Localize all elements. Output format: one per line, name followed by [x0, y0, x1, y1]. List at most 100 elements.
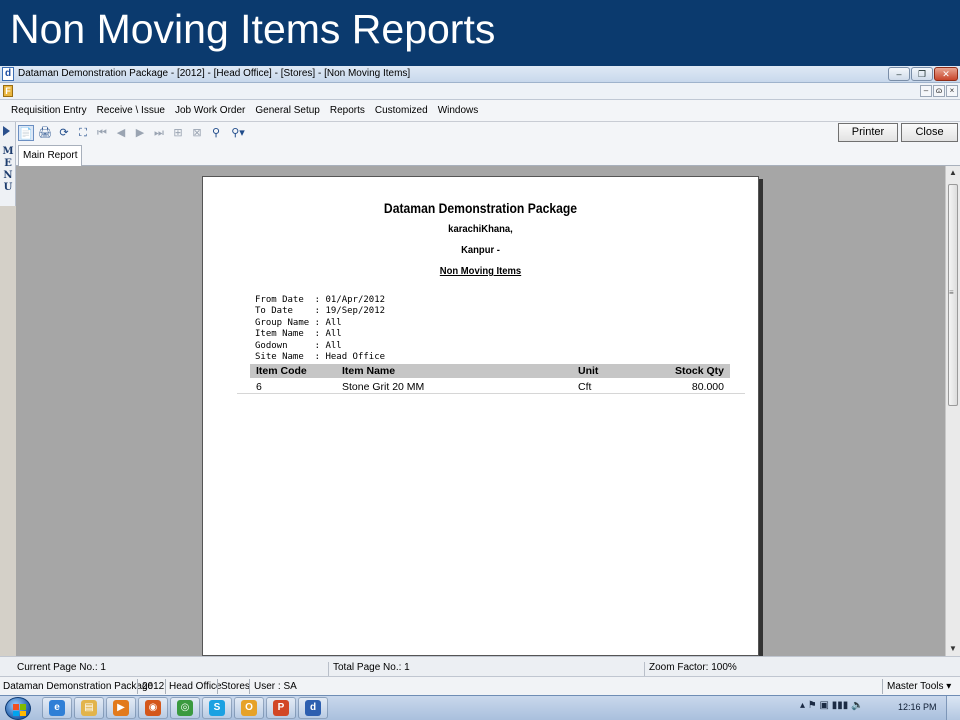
- menu-receive-issue[interactable]: Receive \ Issue: [92, 100, 170, 121]
- taskbar-clock[interactable]: 12:16 PM: [898, 702, 937, 712]
- filter-row: Site Name : Head Office: [255, 352, 386, 362]
- app-logo-icon: d: [2, 67, 14, 81]
- table-divider: [237, 393, 745, 394]
- tab-strip: Main Report: [16, 144, 960, 166]
- firefox-icon: ◉: [145, 700, 161, 716]
- filter-label: Godown: [255, 340, 315, 351]
- taskbar-firefox-button[interactable]: ◉: [138, 697, 168, 719]
- start-button[interactable]: [5, 697, 31, 720]
- filter-row: Item Name : All: [255, 329, 342, 339]
- zoom-icon[interactable]: ⚲▾: [227, 125, 249, 141]
- taskbar-explorer-button[interactable]: ▤: [74, 697, 104, 719]
- goto-page-icon[interactable]: ⊞: [170, 125, 186, 141]
- report-page: Dataman Demonstration Package karachiKha…: [202, 176, 759, 656]
- filter-value: All: [325, 340, 342, 351]
- table-row: 6 Stone Grit 20 MM Cft 80.000: [250, 380, 730, 394]
- total-page-status: Total Page No.: 1: [333, 662, 410, 673]
- search-icon[interactable]: ⚲: [208, 125, 224, 141]
- menu-bar: Requisition Entry Receive \ Issue Job Wo…: [0, 100, 960, 122]
- minimize-button[interactable]: ‒: [888, 67, 910, 81]
- expand-arrow-icon[interactable]: [3, 126, 10, 136]
- column-header-item-name: Item Name: [342, 365, 396, 377]
- taskbar-outlook-button[interactable]: O: [234, 697, 264, 719]
- previous-page-icon[interactable]: ◀: [113, 125, 129, 141]
- menu-reports[interactable]: Reports: [325, 100, 370, 121]
- mdi-restore-button[interactable]: ɷ: [933, 85, 945, 97]
- print-icon[interactable]: 🖨: [37, 125, 53, 141]
- info-divider: [217, 679, 218, 694]
- filter-value: 01/Apr/2012: [325, 294, 386, 305]
- taskbar-chrome-button[interactable]: ◎: [170, 697, 200, 719]
- report-title-text: Non Moving Items: [439, 265, 522, 277]
- window-controls: ‒ ❐ ✕: [888, 67, 958, 81]
- next-page-icon[interactable]: ▶: [132, 125, 148, 141]
- slide-banner: Non Moving Items Reports: [0, 0, 960, 66]
- close-button[interactable]: Close: [901, 123, 958, 142]
- powerpoint-icon: P: [273, 700, 289, 716]
- menu-general-setup[interactable]: General Setup: [250, 100, 325, 121]
- menu-requisition-entry[interactable]: Requisition Entry: [6, 100, 92, 121]
- taskbar-media-player-button[interactable]: ▶: [106, 697, 136, 719]
- current-page-status: Current Page No.: 1: [17, 662, 106, 673]
- outlook-icon: O: [241, 700, 257, 716]
- close-window-button[interactable]: ✕: [934, 67, 958, 81]
- window-titlebar: d Dataman Demonstration Package - [2012]…: [0, 66, 960, 83]
- mdi-minimize-button[interactable]: –: [920, 85, 932, 97]
- maximize-button[interactable]: ❐: [911, 67, 933, 81]
- first-page-icon[interactable]: ⏮: [94, 125, 110, 141]
- taskbar-ie-button[interactable]: e: [42, 697, 72, 719]
- scroll-up-icon[interactable]: ▲: [946, 166, 960, 180]
- stop-icon[interactable]: ⊠: [189, 125, 205, 141]
- zoom-status: Zoom Factor: 100%: [649, 662, 737, 673]
- column-header-unit: Unit: [578, 365, 599, 377]
- export-icon[interactable]: 📄: [18, 125, 34, 141]
- vertical-scrollbar[interactable]: ▲ ≡ ▼: [945, 166, 960, 656]
- scroll-down-icon[interactable]: ▼: [946, 642, 960, 656]
- menu-windows[interactable]: Windows: [433, 100, 484, 121]
- chrome-icon: ◎: [177, 700, 193, 716]
- mdi-close-button[interactable]: ×: [946, 85, 958, 97]
- report-address-line1: karachiKhana,: [448, 223, 513, 235]
- show-desktop-button[interactable]: [946, 696, 960, 720]
- ie-icon: e: [49, 700, 65, 716]
- filter-value: All: [325, 329, 342, 339]
- taskbar-apps: e ▤ ▶ ◉ ◎ S O Pd: [42, 697, 328, 719]
- tab-main-report[interactable]: Main Report: [18, 145, 83, 166]
- tree-icon[interactable]: ⛶: [75, 125, 91, 141]
- filter-row: From Date : 01/Apr/2012: [255, 294, 386, 305]
- filter-row: To Date : 19/Sep/2012: [255, 306, 386, 316]
- cell-item-name: Stone Grit 20 MM: [342, 381, 425, 393]
- report-company: Dataman Demonstration Package: [383, 201, 578, 216]
- side-menu-label: MENU: [2, 146, 14, 194]
- taskbar-dataman-button[interactable]: d: [298, 697, 328, 719]
- menu-job-work-order[interactable]: Job Work Order: [170, 100, 250, 121]
- filter-value: All: [325, 317, 342, 328]
- master-tools-menu[interactable]: Master Tools ▾: [887, 681, 951, 692]
- column-header-item-code: Item Code: [256, 365, 307, 377]
- scroll-grip-icon: ≡: [949, 288, 954, 297]
- media-player-icon: ▶: [113, 700, 129, 716]
- slide-title: Non Moving Items Reports: [10, 6, 496, 52]
- refresh-icon[interactable]: ⟳: [56, 125, 72, 141]
- side-menu-letter: N: [3, 170, 13, 181]
- report-title: Non Moving Items: [231, 265, 731, 277]
- printer-button[interactable]: Printer: [838, 123, 898, 142]
- system-tray[interactable]: ▴ ⚑ ▣ ▮▮▮ 🔈: [800, 700, 864, 711]
- taskbar-powerpoint-button[interactable]: P: [266, 697, 296, 719]
- filter-row: Group Name : All: [255, 317, 342, 328]
- explorer-icon: ▤: [81, 700, 97, 716]
- side-menu-tab[interactable]: MENU: [0, 122, 16, 206]
- filter-label: To Date: [255, 306, 315, 316]
- info-divider: [882, 679, 883, 694]
- skype-icon: S: [209, 700, 225, 716]
- app-infobar: Dataman Demonstration Package 2012 Head …: [0, 676, 960, 695]
- table-header: Item Code Item Name Unit Stock Qty: [250, 364, 730, 378]
- last-page-icon[interactable]: ⏭: [151, 125, 167, 141]
- mdi-controls: – ɷ ×: [920, 85, 958, 97]
- cell-unit: Cft: [578, 381, 592, 393]
- taskbar-skype-button[interactable]: S: [202, 697, 232, 719]
- filter-label: From Date: [255, 294, 315, 305]
- menu-customized[interactable]: Customized: [370, 100, 433, 121]
- windows-logo-icon: [13, 704, 26, 716]
- mdi-document-icon[interactable]: F: [3, 85, 13, 97]
